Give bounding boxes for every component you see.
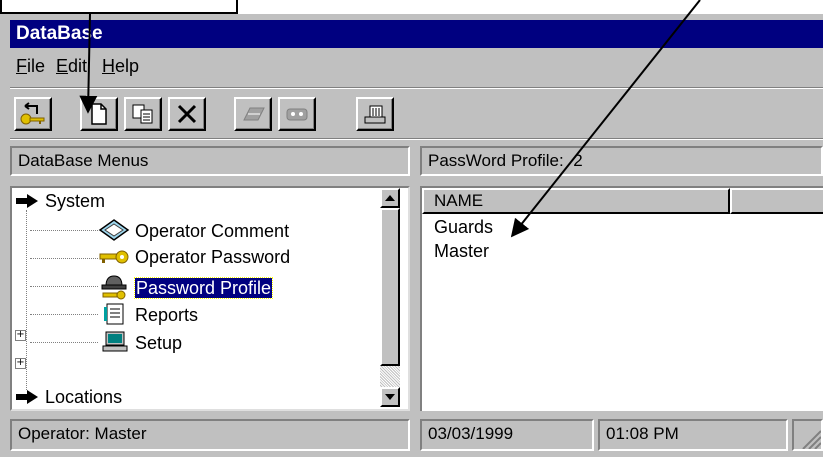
menu-bar: File Edit Help <box>10 52 823 84</box>
eraser-icon <box>243 107 265 121</box>
tree-item-locations[interactable]: Locations <box>14 386 122 408</box>
status-time: 01:08 PM <box>598 419 788 451</box>
disabled-tool-button-2[interactable] <box>278 97 316 131</box>
selected-label: Password Profile <box>134 277 274 299</box>
column-header-2[interactable] <box>730 188 823 214</box>
delete-x-icon <box>177 104 197 124</box>
tape-icon <box>286 108 308 121</box>
expand-reports-toggle[interactable]: + <box>15 330 26 341</box>
size-grip[interactable] <box>792 419 823 451</box>
profile-list[interactable]: NAME Guards Master <box>420 186 823 411</box>
tree-view[interactable]: + + System Operator Comment Operator Pas… <box>10 186 410 411</box>
tree-connector <box>26 210 27 390</box>
diamond-icon <box>98 219 130 241</box>
tree-item-system[interactable]: System <box>14 190 105 212</box>
key-return-icon <box>20 102 45 125</box>
arrow-icon <box>16 390 38 404</box>
new-button[interactable] <box>80 97 118 131</box>
triangle-up-icon <box>385 195 395 201</box>
scroll-down-button[interactable] <box>380 387 400 407</box>
tree-connector <box>30 286 98 287</box>
tree-connector <box>30 258 98 259</box>
status-date: 03/03/1999 <box>420 419 594 451</box>
copy-icon <box>132 104 153 124</box>
menu-separator <box>10 87 823 89</box>
new-document-icon <box>91 103 107 125</box>
document-icon <box>104 303 124 325</box>
menu-help[interactable]: Help <box>102 56 139 77</box>
copy-button[interactable] <box>124 97 162 131</box>
right-panel-header: PassWord Profile: 2 <box>420 146 823 176</box>
tree-connector <box>30 230 98 231</box>
left-panel-header: DataBase Menus <box>10 146 410 176</box>
printer-icon <box>364 105 386 124</box>
tree-connector <box>30 342 98 343</box>
resize-grip-icon <box>802 430 821 449</box>
left-panel-title: DataBase Menus <box>18 151 149 170</box>
scroll-track[interactable] <box>380 366 400 387</box>
tree-item-setup[interactable]: Setup <box>98 330 182 354</box>
delete-button[interactable] <box>168 97 206 131</box>
menu-edit[interactable]: Edit <box>56 56 87 77</box>
title-bar[interactable]: DataBase <box>10 20 823 48</box>
scroll-up-button[interactable] <box>380 188 400 208</box>
triangle-down-icon <box>385 394 395 400</box>
tree-item-operator-password[interactable]: Operator Password <box>98 246 290 268</box>
tree-item-operator-comment[interactable]: Operator Comment <box>98 218 289 242</box>
list-item-master[interactable]: Master <box>434 240 489 262</box>
tree-item-reports[interactable]: Reports <box>98 302 198 326</box>
print-button[interactable] <box>356 97 394 131</box>
expand-setup-toggle[interactable]: + <box>15 358 26 369</box>
disabled-tool-button-1[interactable] <box>234 97 272 131</box>
callout-box <box>0 0 238 14</box>
return-button[interactable] <box>14 97 52 131</box>
tree-scrollbar[interactable] <box>380 188 400 407</box>
menu-file[interactable]: File <box>16 56 45 77</box>
right-panel-title: PassWord Profile: <box>428 151 564 170</box>
hat-key-icon <box>101 275 127 300</box>
status-operator: Operator: Master <box>10 419 410 451</box>
profile-count: 2 <box>573 151 583 170</box>
scroll-thumb[interactable] <box>380 208 400 366</box>
column-header-name[interactable]: NAME <box>422 188 730 214</box>
tree-connector <box>30 314 98 315</box>
tree-item-password-profile[interactable]: Password Profile <box>98 274 274 300</box>
toolbar-separator <box>10 138 823 140</box>
computer-icon <box>102 331 128 352</box>
key-icon <box>99 250 129 264</box>
window-title: DataBase <box>16 23 103 44</box>
list-item-guards[interactable]: Guards <box>434 216 493 238</box>
arrow-icon <box>16 194 38 208</box>
